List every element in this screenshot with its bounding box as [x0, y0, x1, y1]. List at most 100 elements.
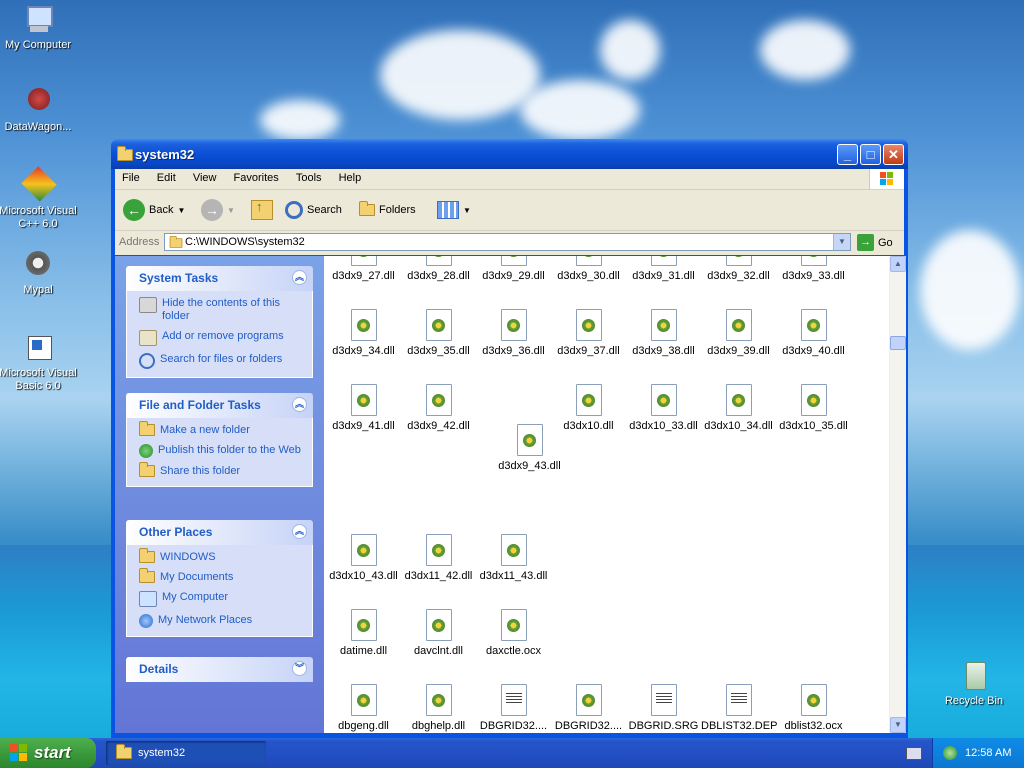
place-my-documents[interactable]: My Documents: [139, 568, 304, 584]
file-name: d3dx9_31.dll: [632, 270, 695, 282]
expand-chevron-icon[interactable]: ︾: [292, 661, 307, 676]
address-dropdown-icon[interactable]: ▼: [833, 234, 850, 250]
file-item[interactable]: d3dx9_28.dll: [401, 256, 476, 282]
start-button[interactable]: start: [0, 738, 96, 768]
file-item[interactable]: d3dx9_38.dll: [626, 309, 701, 357]
cloud: [600, 20, 660, 80]
file-item[interactable]: dbgeng.dll: [326, 684, 401, 732]
menu-tools[interactable]: Tools: [289, 169, 329, 187]
folders-button[interactable]: Folders: [359, 196, 416, 224]
file-item[interactable]: DBGRID32....: [551, 684, 626, 732]
scroll-down-icon[interactable]: ▼: [890, 717, 906, 733]
details-header[interactable]: Details ︾: [126, 657, 313, 682]
file-item[interactable]: DBGRID.SRG: [626, 684, 701, 732]
cloud: [380, 30, 540, 120]
dll-file-icon: [800, 256, 827, 266]
file-item[interactable]: dblist32.ocx: [776, 684, 851, 732]
collapse-chevron-icon[interactable]: ︽: [292, 524, 307, 539]
desktop-icon-datawagon[interactable]: DataWagon...: [0, 86, 78, 134]
vertical-scrollbar[interactable]: ▲ ▼: [889, 256, 906, 733]
file-item[interactable]: d3dx9_33.dll: [776, 256, 851, 282]
place-my-computer[interactable]: My Computer: [139, 591, 304, 607]
collapse-chevron-icon[interactable]: ︽: [292, 397, 307, 412]
task-share-folder[interactable]: Share this folder: [139, 462, 304, 478]
file-item[interactable]: d3dx10_43.dll: [326, 534, 401, 582]
desktop-icon-visual-cpp[interactable]: Microsoft Visual C++ 6.0: [0, 166, 78, 231]
windows-logo-icon: [869, 169, 904, 189]
menu-help[interactable]: Help: [332, 169, 369, 187]
taskbar-item-system32[interactable]: system32: [106, 741, 266, 765]
desktop-icon-label: My Computer: [4, 39, 72, 51]
file-item[interactable]: d3dx9_34.dll: [326, 309, 401, 357]
desktop-icon-recycle-bin[interactable]: Recycle Bin: [934, 660, 1014, 708]
file-item[interactable]: d3dx9_40.dll: [776, 309, 851, 357]
file-item[interactable]: d3dx9_35.dll: [401, 309, 476, 357]
file-item[interactable]: datime.dll: [326, 609, 401, 657]
clock[interactable]: 12:58 AM: [965, 747, 1011, 759]
file-item[interactable]: dbghelp.dll: [401, 684, 476, 732]
place-windows[interactable]: WINDOWS: [139, 548, 304, 564]
file-item[interactable]: daxctle.ocx: [476, 609, 551, 657]
file-item[interactable]: d3dx9_27.dll: [326, 256, 401, 282]
back-button[interactable]: ← Back ▼: [123, 196, 185, 224]
task-publish-web[interactable]: Publish this folder to the Web: [139, 444, 304, 458]
file-item[interactable]: d3dx9_42.dll: [401, 384, 476, 432]
file-item[interactable]: d3dx9_41.dll: [326, 384, 401, 432]
title-bar[interactable]: system32 _ □ ✕: [111, 139, 908, 169]
desktop-icon-label: Recycle Bin: [944, 695, 1004, 707]
keyboard-icon[interactable]: [906, 747, 922, 760]
file-item[interactable]: DBGRID32....: [476, 684, 551, 732]
system-tasks-header[interactable]: System Tasks ︽: [126, 266, 313, 291]
panel-title: Other Places: [139, 525, 213, 539]
minimize-button[interactable]: _: [837, 144, 858, 165]
file-item[interactable]: d3dx11_42.dll: [401, 534, 476, 582]
menu-favorites[interactable]: Favorites: [227, 169, 286, 187]
task-make-new-folder[interactable]: Make a new folder: [139, 421, 304, 437]
folder-icon: [116, 744, 132, 759]
dll-file-icon: [500, 256, 527, 266]
menu-edit[interactable]: Edit: [150, 169, 183, 187]
standard-toolbar: ← Back ▼ → ▼ ↑ Search Folders ▼: [115, 190, 904, 231]
desktop-icon-visual-basic[interactable]: Microsoft Visual Basic 6.0: [0, 332, 78, 393]
task-add-remove-programs[interactable]: Add or remove programs: [139, 330, 304, 346]
file-item[interactable]: d3dx9_29.dll: [476, 256, 551, 282]
up-button[interactable]: ↑: [251, 196, 273, 224]
search-button[interactable]: Search: [285, 196, 342, 224]
address-bar: Address C:\WINDOWS\system32 ▼ → Go: [115, 231, 904, 255]
collapse-chevron-icon[interactable]: ︽: [292, 270, 307, 285]
place-my-network[interactable]: My Network Places: [139, 614, 304, 628]
scroll-thumb[interactable]: [890, 336, 906, 350]
file-item[interactable]: d3dx9_36.dll: [476, 309, 551, 357]
file-item[interactable]: davclnt.dll: [401, 609, 476, 657]
file-item[interactable]: d3dx9_30.dll: [551, 256, 626, 282]
menu-file[interactable]: File: [115, 169, 147, 187]
desktop-icon-mypal[interactable]: Mypal: [0, 249, 78, 297]
file-item[interactable]: d3dx10_33.dll: [626, 384, 701, 432]
maximize-button[interactable]: □: [860, 144, 881, 165]
menu-view[interactable]: View: [186, 169, 224, 187]
views-button[interactable]: ▼: [437, 196, 471, 224]
file-folder-tasks-header[interactable]: File and Folder Tasks ︽: [126, 393, 313, 418]
file-name: daxctle.ocx: [485, 645, 542, 657]
file-item[interactable]: d3dx9_37.dll: [551, 309, 626, 357]
file-item[interactable]: d3dx9_31.dll: [626, 256, 701, 282]
forward-button[interactable]: → ▼: [201, 196, 235, 224]
file-item[interactable]: d3dx9_32.dll: [701, 256, 776, 282]
task-search-files[interactable]: Search for files or folders: [139, 353, 304, 369]
go-button[interactable]: → Go: [857, 234, 893, 251]
file-item[interactable]: d3dx9_43.dll: [492, 424, 567, 472]
desktop-icon-my-computer[interactable]: My Computer: [0, 4, 78, 52]
address-input[interactable]: C:\WINDOWS\system32 ▼: [164, 233, 851, 251]
network-status-icon[interactable]: [943, 746, 957, 760]
file-item[interactable]: d3dx10_34.dll: [701, 384, 776, 432]
chevron-down-icon: ▼: [463, 205, 471, 215]
scroll-up-icon[interactable]: ▲: [890, 256, 906, 272]
file-item[interactable]: d3dx11_43.dll: [476, 534, 551, 582]
other-places-header[interactable]: Other Places ︽: [126, 520, 313, 545]
file-item[interactable]: DBLIST32.DEP: [701, 684, 777, 732]
close-button[interactable]: ✕: [883, 144, 904, 165]
document-file-icon: [650, 684, 677, 716]
file-item[interactable]: d3dx9_39.dll: [701, 309, 776, 357]
file-item[interactable]: d3dx10_35.dll: [776, 384, 851, 432]
task-hide-contents[interactable]: Hide the contents of this folder: [139, 297, 304, 323]
